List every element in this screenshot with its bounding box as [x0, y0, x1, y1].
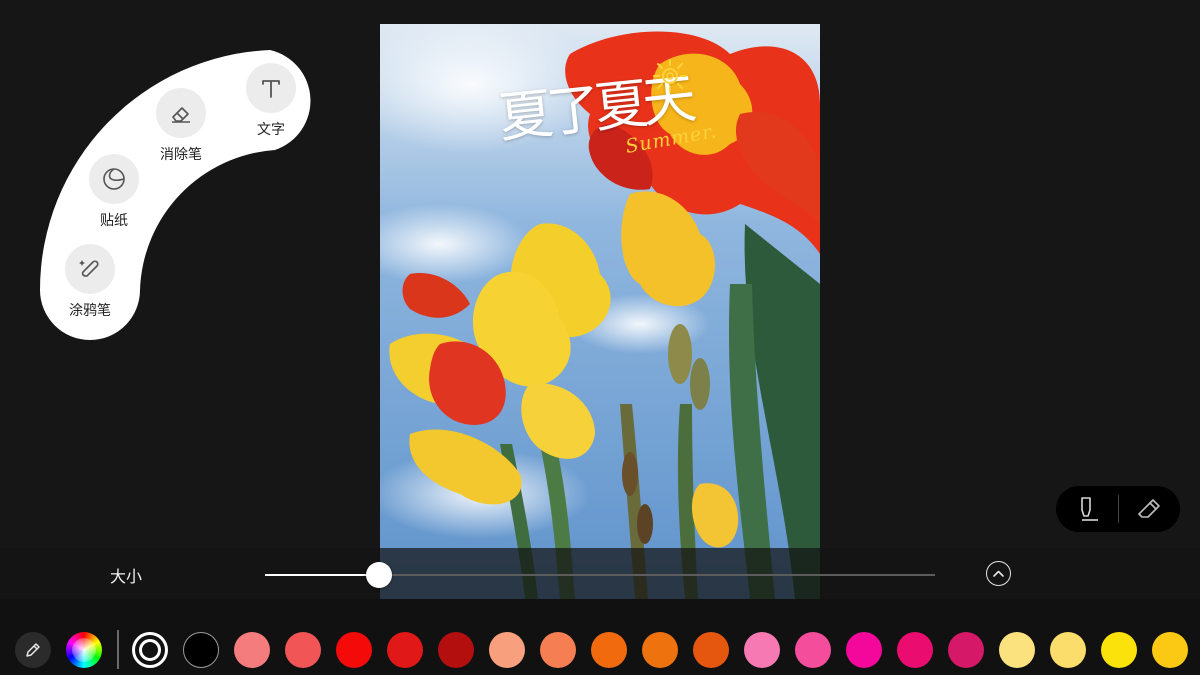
color-wheel-icon[interactable] [66, 632, 102, 668]
size-slider-thumb[interactable] [365, 562, 392, 588]
color-swatch[interactable] [1050, 632, 1086, 668]
color-swatch[interactable] [591, 632, 627, 668]
tool-doodle-label: 涂鸦笔 [69, 303, 111, 319]
color-swatch[interactable] [795, 632, 831, 668]
photo-canvas[interactable]: 夏了夏天 Summer. [380, 24, 820, 599]
marker-pen-icon [1080, 497, 1098, 521]
tool-eraser-pen[interactable]: 消除笔 [146, 88, 216, 164]
color-swatch[interactable] [183, 632, 219, 668]
brush-sparkle-icon [65, 244, 115, 294]
eraser-mode-button[interactable] [1118, 486, 1180, 532]
tool-sticker-label: 贴纸 [100, 213, 128, 229]
size-label: 大小 [110, 567, 143, 586]
text-t-icon [246, 63, 296, 113]
color-swatch[interactable] [948, 632, 984, 668]
size-slider[interactable] [265, 562, 935, 588]
color-swatch[interactable] [234, 632, 270, 668]
color-swatch[interactable] [744, 632, 780, 668]
color-swatch[interactable] [999, 632, 1035, 668]
tool-arc-menu: 涂鸦笔 贴纸 消除笔 文字 [0, 0, 340, 340]
tool-text-label: 文字 [257, 122, 285, 138]
sun-icon [653, 59, 687, 93]
arc-menu-background [39, 50, 311, 340]
color-palette [0, 599, 1200, 675]
color-swatch[interactable] [693, 632, 729, 668]
marker-mode-button[interactable] [1056, 486, 1118, 532]
color-swatch[interactable] [132, 632, 168, 668]
color-swatch[interactable] [387, 632, 423, 668]
color-swatch[interactable] [336, 632, 372, 668]
draw-erase-toggle [1056, 486, 1180, 532]
color-swatch[interactable] [1101, 632, 1137, 668]
sticker-icon [89, 154, 139, 204]
color-swatch[interactable] [846, 632, 882, 668]
size-control-bar: 大小 [0, 548, 1200, 599]
eraser-icon [156, 88, 206, 138]
tool-text[interactable]: 文字 [236, 63, 306, 139]
size-slider-fill [265, 574, 379, 576]
tool-doodle-pen[interactable]: 涂鸦笔 [55, 244, 125, 320]
color-swatch[interactable] [642, 632, 678, 668]
tool-eraser-label: 消除笔 [160, 147, 202, 163]
color-swatch[interactable] [540, 632, 576, 668]
pen-icon [26, 643, 40, 657]
chevron-up-icon [993, 570, 1004, 577]
pen-style-button[interactable] [15, 632, 51, 668]
eraser-icon [1138, 499, 1161, 518]
color-swatch[interactable] [285, 632, 321, 668]
collapse-panel-button[interactable] [986, 561, 1011, 586]
tool-sticker[interactable]: 贴纸 [79, 154, 149, 230]
palette-divider [117, 630, 119, 669]
color-swatch[interactable] [897, 632, 933, 668]
color-swatch[interactable] [489, 632, 525, 668]
color-swatch[interactable] [1152, 632, 1188, 668]
color-swatch[interactable] [438, 632, 474, 668]
